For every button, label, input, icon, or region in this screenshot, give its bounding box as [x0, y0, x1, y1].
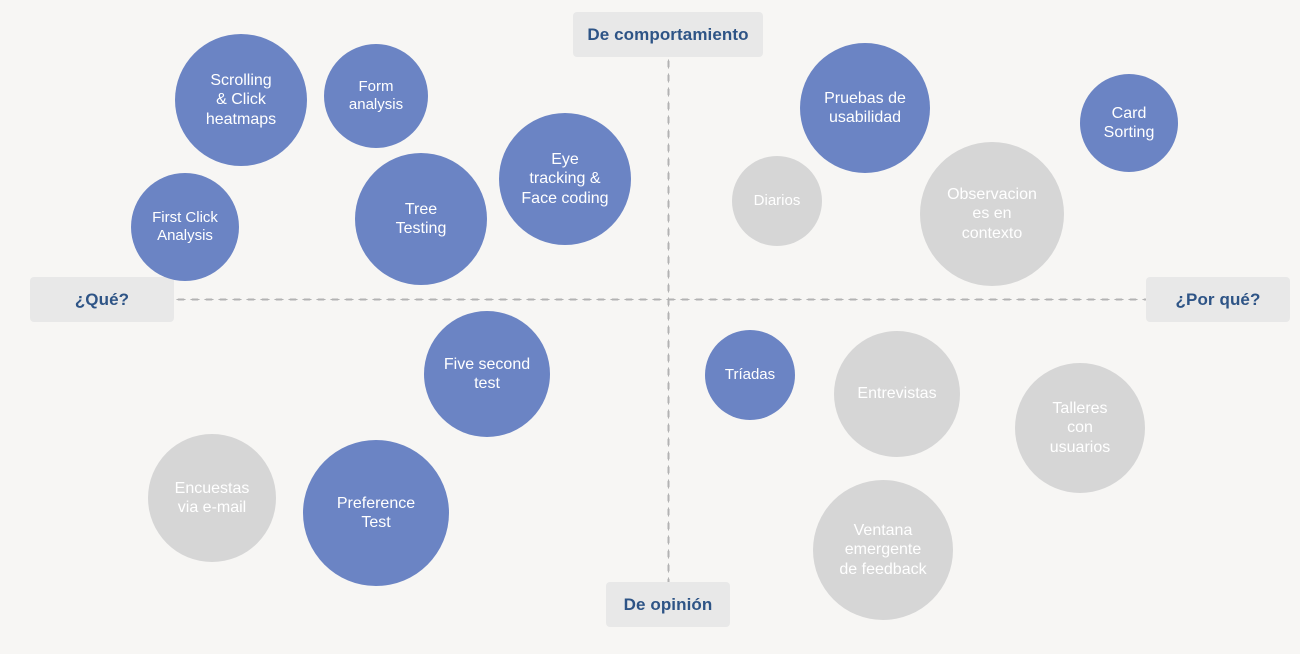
bubble-label: Talleres con usuarios	[1049, 400, 1111, 456]
bubble-preference-test[interactable]: Preference Test	[303, 440, 449, 586]
bubble-label: First Click Analysis	[152, 209, 218, 244]
bubble-label: Pruebas de usabilidad	[824, 89, 906, 126]
bubble-diarios[interactable]: Diarios	[732, 156, 822, 246]
bubble-scrolling-click-heatmaps[interactable]: Scrolling & Click heatmaps	[175, 34, 307, 166]
bubble-talleres-con-usuarios[interactable]: Talleres con usuarios	[1015, 363, 1145, 493]
bubble-label: Encuestas via e-mail	[174, 479, 250, 516]
bubble-ventana-emergente-de-feedback[interactable]: Ventana emergente de feedback	[813, 480, 953, 620]
bubble-label: Tríadas	[724, 366, 776, 383]
bubble-observaciones-en-contexto[interactable]: Observacion es en contexto	[920, 142, 1064, 286]
quadrant-map-canvas: De comportamiento ¿Qué? ¿Por qué? De opi…	[0, 0, 1300, 654]
bubble-form-analysis[interactable]: Form analysis	[324, 44, 428, 148]
bubble-label: Card Sorting	[1103, 104, 1155, 141]
bubble-first-click-analysis[interactable]: First Click Analysis	[131, 173, 239, 281]
bubble-label: Entrevistas	[857, 385, 937, 403]
axis-label-left: ¿Qué?	[30, 277, 174, 322]
axis-label-top: De comportamiento	[573, 12, 763, 57]
axis-label-right: ¿Por qué?	[1146, 277, 1290, 322]
axis-vertical	[667, 57, 670, 582]
axis-horizontal	[174, 298, 1146, 301]
axis-label-bottom: De opinión	[606, 582, 730, 627]
bubble-label: Tree Testing	[395, 200, 447, 237]
bubble-label: Observacion es en contexto	[947, 186, 1037, 242]
bubble-card-sorting[interactable]: Card Sorting	[1080, 74, 1178, 172]
bubble-five-second-test[interactable]: Five second test	[424, 311, 550, 437]
bubble-label: Preference Test	[336, 494, 416, 531]
bubble-label: Eye tracking & Face coding	[521, 151, 609, 207]
bubble-label: Scrolling & Click heatmaps	[205, 72, 277, 128]
bubble-triadas[interactable]: Tríadas	[705, 330, 795, 420]
bubble-pruebas-de-usabilidad[interactable]: Pruebas de usabilidad	[800, 43, 930, 173]
bubble-label: Form analysis	[348, 78, 404, 113]
bubble-tree-testing[interactable]: Tree Testing	[355, 153, 487, 285]
bubble-eye-tracking-face-coding[interactable]: Eye tracking & Face coding	[499, 113, 631, 245]
bubble-label: Ventana emergente de feedback	[839, 522, 927, 578]
bubble-label: Five second test	[443, 355, 531, 392]
bubble-encuestas-via-email[interactable]: Encuestas via e-mail	[148, 434, 276, 562]
bubble-label: Diarios	[753, 192, 801, 209]
bubble-entrevistas[interactable]: Entrevistas	[834, 331, 960, 457]
